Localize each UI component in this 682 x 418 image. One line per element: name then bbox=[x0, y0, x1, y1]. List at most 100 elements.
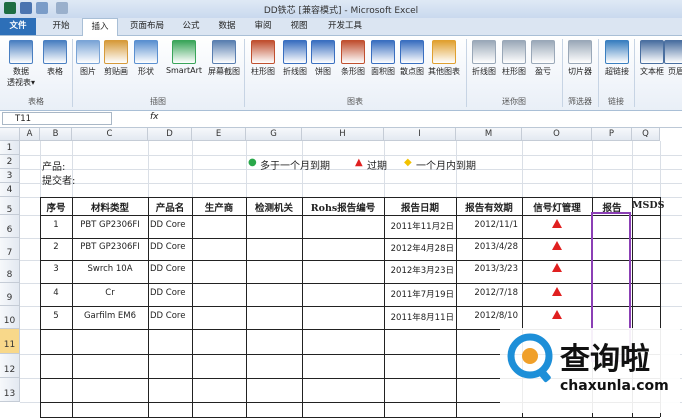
column-header-P[interactable]: P bbox=[592, 128, 632, 141]
tab-developer[interactable]: 开发工具 bbox=[320, 18, 370, 35]
ribbon-button-label: 页眉 bbox=[668, 67, 682, 76]
pivot-table-icon bbox=[9, 40, 33, 64]
ribbon-button-label: SmartArt bbox=[165, 66, 203, 75]
ribbon-button-sparkline-column[interactable]: 柱形图 bbox=[500, 40, 528, 77]
tab-formulas[interactable]: 公式 bbox=[176, 18, 206, 35]
cell-product-name: DD Core bbox=[150, 242, 186, 252]
ribbon-button-header[interactable]: 页眉 bbox=[664, 40, 682, 77]
cell-report-valid: 2013/4/28 bbox=[474, 242, 518, 252]
ribbon-button-screenshot[interactable]: 屏幕截图 bbox=[204, 40, 244, 77]
ribbon-button-sparkline-line[interactable]: 折线图 bbox=[470, 40, 498, 77]
ribbon-group-label: 链接 bbox=[608, 97, 624, 106]
ribbon-button-other-charts[interactable]: 其他图表 bbox=[426, 40, 462, 77]
column-header-A[interactable]: A bbox=[20, 128, 40, 141]
tab-home[interactable]: 开始 bbox=[42, 18, 80, 35]
column-header-O[interactable]: O bbox=[522, 128, 592, 141]
tab-page-layout[interactable]: 页面布局 bbox=[120, 18, 174, 35]
ribbon-button-smartart[interactable]: SmartArt bbox=[164, 40, 204, 75]
watermark-url: chaxunla.com bbox=[560, 378, 669, 394]
column-header-E[interactable]: E bbox=[192, 128, 246, 141]
sparkline-line-icon bbox=[472, 40, 496, 64]
ribbon-button-picture[interactable]: 图片 bbox=[76, 40, 100, 77]
ribbon-button-scatter-chart[interactable]: 散点图 bbox=[398, 40, 426, 77]
row-header-7[interactable]: 7 bbox=[0, 238, 20, 260]
title-bar: DD铁芯 [兼容模式] - Microsoft Excel bbox=[0, 0, 682, 18]
ribbon-button-sparkline-winloss[interactable]: 盈亏 bbox=[530, 40, 556, 77]
column-header-C[interactable]: C bbox=[72, 128, 148, 141]
sparkline-winloss-icon bbox=[531, 40, 555, 64]
table-header-cell: 序号 bbox=[46, 203, 66, 214]
window-title: DD铁芯 [兼容模式] - Microsoft Excel bbox=[263, 6, 419, 16]
tab-review[interactable]: 审阅 bbox=[248, 18, 278, 35]
cell-number: 3 bbox=[53, 264, 59, 274]
cell-number: 1 bbox=[53, 220, 59, 230]
row-header-8[interactable]: 8 bbox=[0, 260, 20, 283]
ribbon-button-pie-chart[interactable]: 饼图 bbox=[310, 40, 336, 77]
gridline bbox=[20, 183, 682, 184]
tab-view[interactable]: 视图 bbox=[284, 18, 314, 35]
table-border bbox=[40, 260, 660, 261]
ribbon-button-label: 盈亏 bbox=[535, 67, 551, 76]
column-header-B[interactable]: B bbox=[40, 128, 72, 141]
ribbon-button-slicer[interactable]: 切片器 bbox=[566, 40, 594, 77]
row-header-3[interactable]: 3 bbox=[0, 169, 20, 183]
legend-symbol: ◆ bbox=[404, 157, 412, 168]
ribbon-button-label: 超链接 bbox=[605, 67, 629, 76]
table-header-cell: 产品名 bbox=[155, 203, 185, 214]
ribbon-group-label: 图表 bbox=[347, 97, 363, 106]
ribbon-button-shapes[interactable]: 形状 bbox=[132, 40, 160, 77]
signal-warning-triangle-icon bbox=[552, 263, 562, 272]
fx-icon[interactable]: fx bbox=[150, 112, 159, 122]
tab-file[interactable]: 文件 bbox=[0, 18, 36, 35]
column-chart-icon bbox=[251, 40, 275, 64]
row-header-12[interactable]: 12 bbox=[0, 354, 20, 378]
column-header-Q[interactable]: Q bbox=[632, 128, 660, 141]
row-header-10[interactable]: 10 bbox=[0, 306, 20, 329]
row-header-6[interactable]: 6 bbox=[0, 215, 20, 238]
cell-report-date: 2012年4月28日 bbox=[390, 244, 454, 254]
cell-report-valid: 2012/11/1 bbox=[474, 220, 518, 230]
row-header-1[interactable]: 1 bbox=[0, 141, 20, 155]
tab-data[interactable]: 数据 bbox=[212, 18, 242, 35]
row-header-5[interactable]: 5 bbox=[0, 197, 20, 215]
ribbon-button-pivot-table[interactable]: 数据 透视表▾ bbox=[4, 40, 38, 88]
cell-product-name: DD Core bbox=[150, 311, 186, 321]
tab-insert[interactable]: 插入 bbox=[82, 18, 118, 36]
ribbon-button-table[interactable]: 表格 bbox=[40, 40, 70, 77]
ribbon-button-label: 折线图 bbox=[472, 67, 496, 76]
ribbon-button-clipart[interactable]: 剪贴画 bbox=[102, 40, 130, 77]
column-header-H[interactable]: H bbox=[302, 128, 384, 141]
ribbon-tabs: 文件 开始 插入 页面布局 公式 数据 审阅 视图 开发工具 bbox=[0, 18, 682, 36]
ribbon-group-label: 表格 bbox=[28, 97, 44, 106]
row-header-9[interactable]: 9 bbox=[0, 283, 20, 306]
table-border bbox=[40, 283, 660, 284]
ribbon-group-label: 插图 bbox=[150, 97, 166, 106]
ribbon-button-label: 文本框 bbox=[640, 67, 664, 76]
table-header-cell: 材料类型 bbox=[90, 203, 129, 214]
ribbon-button-label: 散点图 bbox=[400, 67, 424, 76]
smartart-icon bbox=[172, 40, 196, 64]
column-header-I[interactable]: I bbox=[384, 128, 456, 141]
cell-material-type: Cr bbox=[105, 288, 115, 298]
ribbon-button-area-chart[interactable]: 面积图 bbox=[368, 40, 398, 77]
row-header-11[interactable]: 11 bbox=[0, 329, 20, 354]
ribbon-button-textbox[interactable]: 文本框 bbox=[638, 40, 666, 77]
column-header-D[interactable]: D bbox=[148, 128, 192, 141]
legend-symbol: ▲ bbox=[355, 157, 363, 168]
row-header-13[interactable]: 13 bbox=[0, 378, 20, 402]
name-box[interactable]: T11 bbox=[2, 112, 112, 125]
row-header-4[interactable]: 4 bbox=[0, 183, 20, 197]
row-header-2[interactable]: 2 bbox=[0, 155, 20, 169]
table-border bbox=[40, 197, 41, 417]
slicer-icon bbox=[568, 40, 592, 64]
ribbon-button-bar-chart[interactable]: 条形图 bbox=[338, 40, 368, 77]
ribbon-button-line-chart[interactable]: 折线图 bbox=[280, 40, 310, 77]
ribbon-button-hyperlink[interactable]: 超链接 bbox=[600, 40, 634, 77]
column-header-G[interactable]: G bbox=[246, 128, 302, 141]
column-header-M[interactable]: M bbox=[456, 128, 522, 141]
cell-report-valid: 2013/3/23 bbox=[474, 264, 518, 274]
legend-text: 多于一个月到期 bbox=[260, 161, 330, 172]
select-all-corner[interactable] bbox=[0, 128, 20, 141]
screenshot-icon bbox=[212, 40, 236, 64]
ribbon-button-column-chart[interactable]: 柱形图 bbox=[248, 40, 278, 77]
